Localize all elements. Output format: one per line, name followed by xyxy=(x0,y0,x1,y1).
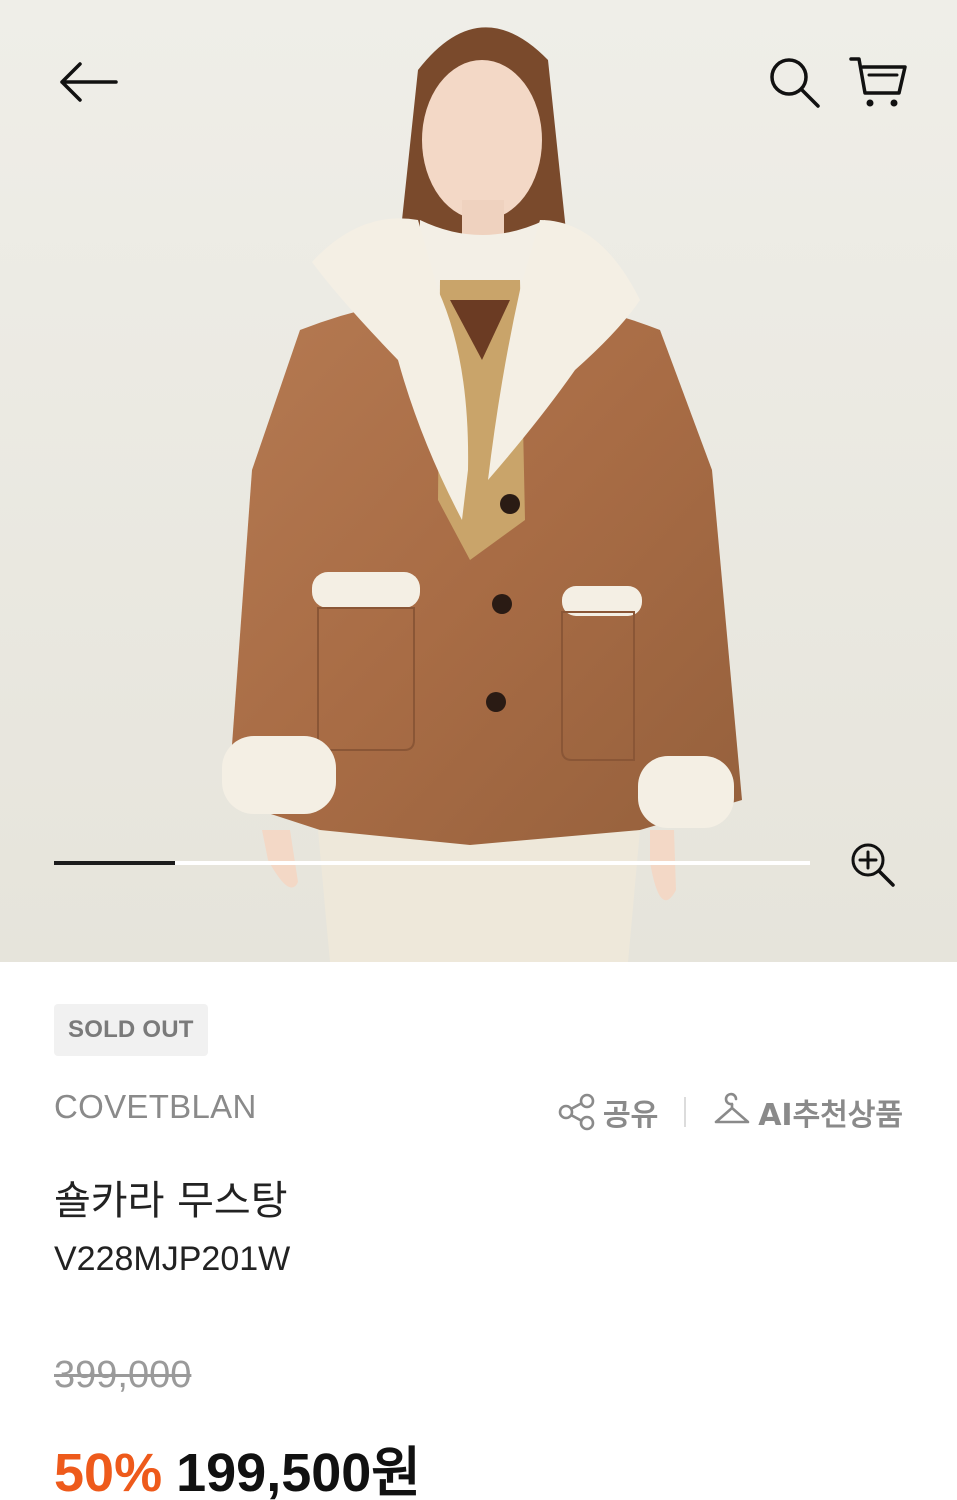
cart-button[interactable] xyxy=(846,50,910,114)
original-price: 399,000 xyxy=(54,1354,192,1396)
product-actions: 공유 AI추천상품 xyxy=(557,1090,903,1134)
share-label: 공유 xyxy=(603,1098,659,1133)
product-name: 숄카라 무스탕 xyxy=(54,1178,288,1224)
sale-price: 199,500원 xyxy=(176,1443,421,1500)
zoom-button[interactable] xyxy=(844,836,900,892)
product-code: V228MJP201W xyxy=(54,1240,291,1278)
search-button[interactable] xyxy=(762,50,826,114)
share-icon xyxy=(558,1093,595,1131)
brand-name[interactable]: COVETBLAN xyxy=(54,1088,257,1126)
product-info: SOLD OUT COVETBLAN 공유 AI추천상품 숄카라 무스탕 V22… xyxy=(0,962,957,1500)
cart-icon xyxy=(849,57,907,107)
search-icon xyxy=(770,58,820,108)
discount-rate: 50% xyxy=(54,1443,163,1500)
carousel-progress-track xyxy=(54,861,810,865)
product-photo xyxy=(0,0,957,962)
carousel-progress-fill xyxy=(54,861,175,865)
share-button[interactable]: 공유 xyxy=(557,1090,658,1134)
ai-recommend-label: AI추천상품 xyxy=(758,1098,903,1133)
price-row: 50% 199,500원 xyxy=(54,1428,421,1500)
hanger-icon xyxy=(714,1092,750,1124)
sold-out-badge: SOLD OUT xyxy=(54,1004,208,1056)
back-button[interactable] xyxy=(56,50,120,114)
ai-recommend-button[interactable]: AI추천상품 xyxy=(712,1090,903,1134)
actions-divider xyxy=(684,1097,687,1127)
product-image-carousel[interactable] xyxy=(0,0,957,962)
arrow-left-icon xyxy=(60,62,118,102)
zoom-in-icon xyxy=(851,843,895,887)
